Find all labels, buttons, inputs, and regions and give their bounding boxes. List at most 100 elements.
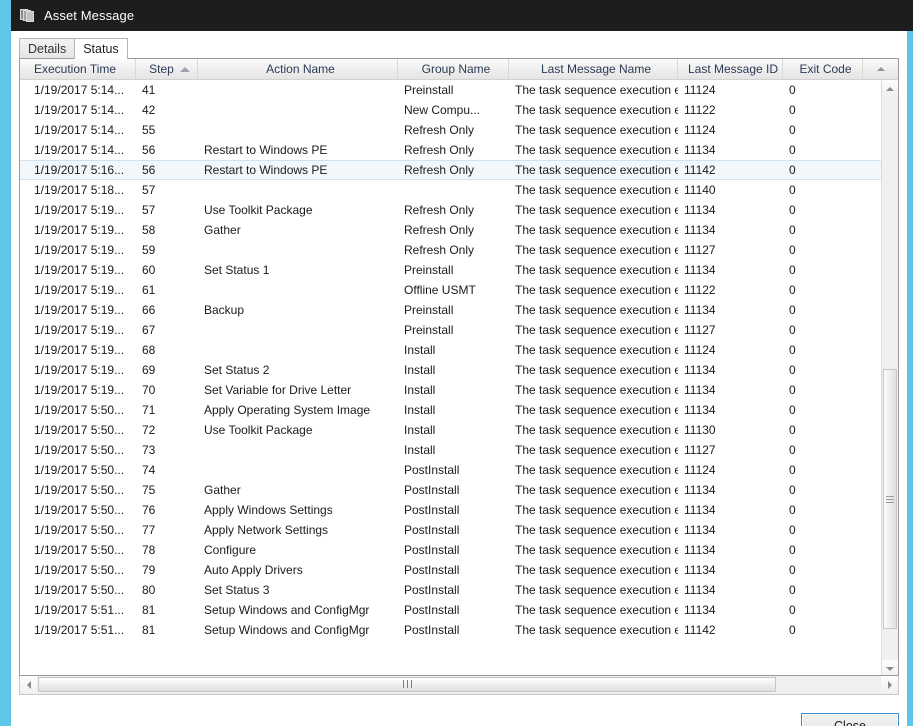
column-header-step[interactable]: Step bbox=[136, 59, 198, 79]
cell-step: 41 bbox=[136, 83, 198, 97]
table-row[interactable]: 1/19/2017 5:50...74PostInstallThe task s… bbox=[20, 460, 881, 480]
cell-group-name: Refresh Only bbox=[398, 223, 509, 237]
cell-step: 80 bbox=[136, 583, 198, 597]
cell-exit-code: 0 bbox=[783, 163, 863, 177]
column-header-corner[interactable] bbox=[863, 59, 898, 79]
scroll-down-arrow-icon bbox=[886, 667, 894, 671]
column-header-action-name[interactable]: Action Name bbox=[198, 59, 398, 79]
cell-execution-time: 1/19/2017 5:50... bbox=[20, 543, 136, 557]
cell-step: 79 bbox=[136, 563, 198, 577]
table-row[interactable]: 1/19/2017 5:14...42New Compu...The task … bbox=[20, 100, 881, 120]
scroll-right-button[interactable] bbox=[881, 676, 898, 693]
table-row[interactable]: 1/19/2017 5:50...80Set Status 3PostInsta… bbox=[20, 580, 881, 600]
scroll-up-arrow-icon bbox=[877, 67, 885, 71]
vertical-scrollbar-thumb[interactable] bbox=[883, 369, 897, 629]
table-row[interactable]: 1/19/2017 5:19...61Offline USMTThe task … bbox=[20, 280, 881, 300]
cell-execution-time: 1/19/2017 5:18... bbox=[20, 183, 136, 197]
table-row[interactable]: 1/19/2017 5:50...78ConfigurePostInstallT… bbox=[20, 540, 881, 560]
table-row[interactable]: 1/19/2017 5:19...68InstallThe task seque… bbox=[20, 340, 881, 360]
table-row[interactable]: 1/19/2017 5:50...72Use Toolkit PackageIn… bbox=[20, 420, 881, 440]
horizontal-scrollbar-thumb[interactable] bbox=[38, 677, 776, 692]
table-row[interactable]: 1/19/2017 5:19...59Refresh OnlyThe task … bbox=[20, 240, 881, 260]
column-header-group-name[interactable]: Group Name bbox=[398, 59, 509, 79]
window-title: Asset Message bbox=[44, 8, 134, 23]
asset-message-window: Asset Message Details Status Execution T… bbox=[0, 0, 913, 726]
cell-last-message-name: The task sequence execution engine s... bbox=[509, 403, 678, 417]
cell-group-name: PostInstall bbox=[398, 623, 509, 637]
table-row[interactable]: 1/19/2017 5:50...73InstallThe task seque… bbox=[20, 440, 881, 460]
table-row[interactable]: 1/19/2017 5:19...58GatherRefresh OnlyThe… bbox=[20, 220, 881, 240]
cell-execution-time: 1/19/2017 5:50... bbox=[20, 443, 136, 457]
column-header-last-message-id[interactable]: Last Message ID bbox=[678, 59, 783, 79]
scrollbar-grip-icon bbox=[886, 494, 894, 505]
horizontal-scrollbar[interactable] bbox=[19, 676, 899, 695]
cell-last-message-name: The task sequence execution engine s... bbox=[509, 283, 678, 297]
tab-status[interactable]: Status bbox=[74, 38, 127, 59]
scroll-down-button[interactable] bbox=[882, 660, 898, 676]
dialog-footer: Close bbox=[11, 695, 907, 726]
table-row[interactable]: 1/19/2017 5:19...66BackupPreinstallThe t… bbox=[20, 300, 881, 320]
table-row[interactable]: 1/19/2017 5:51...81Setup Windows and Con… bbox=[20, 600, 881, 620]
cell-execution-time: 1/19/2017 5:50... bbox=[20, 423, 136, 437]
scroll-up-button[interactable] bbox=[882, 80, 898, 97]
column-header-exit-code[interactable]: Exit Code bbox=[783, 59, 863, 79]
cell-action-name: Restart to Windows PE bbox=[198, 143, 398, 157]
cell-last-message-id: 11134 bbox=[678, 383, 783, 397]
cell-last-message-name: The task sequence execution engine p... bbox=[509, 163, 678, 177]
cell-group-name: Install bbox=[398, 343, 509, 357]
table-row[interactable]: 1/19/2017 5:51...81Setup Windows and Con… bbox=[20, 620, 881, 640]
table-row[interactable]: 1/19/2017 5:18...57The task sequence exe… bbox=[20, 180, 881, 200]
table-row[interactable]: 1/19/2017 5:19...57Use Toolkit PackageRe… bbox=[20, 200, 881, 220]
cell-last-message-name: The task sequence execution engine s... bbox=[509, 523, 678, 537]
cell-exit-code: 0 bbox=[783, 143, 863, 157]
cell-step: 77 bbox=[136, 523, 198, 537]
cell-exit-code: 0 bbox=[783, 103, 863, 117]
vertical-scrollbar[interactable] bbox=[881, 80, 898, 676]
table-row[interactable]: 1/19/2017 5:19...70Set Variable for Driv… bbox=[20, 380, 881, 400]
table-row[interactable]: 1/19/2017 5:14...55Refresh OnlyThe task … bbox=[20, 120, 881, 140]
scroll-up-arrow-icon bbox=[886, 87, 894, 91]
cell-group-name: PostInstall bbox=[398, 483, 509, 497]
cell-last-message-id: 11134 bbox=[678, 543, 783, 557]
table-row[interactable]: 1/19/2017 5:16...56Restart to Windows PE… bbox=[20, 160, 881, 180]
table-row[interactable]: 1/19/2017 5:19...60Set Status 1Preinstal… bbox=[20, 260, 881, 280]
table-row[interactable]: 1/19/2017 5:19...69Set Status 2InstallTh… bbox=[20, 360, 881, 380]
cell-action-name: Apply Operating System Image bbox=[198, 403, 398, 417]
cell-execution-time: 1/19/2017 5:14... bbox=[20, 123, 136, 137]
cell-exit-code: 0 bbox=[783, 183, 863, 197]
table-row[interactable]: 1/19/2017 5:50...77Apply Network Setting… bbox=[20, 520, 881, 540]
table-row[interactable]: 1/19/2017 5:50...71Apply Operating Syste… bbox=[20, 400, 881, 420]
close-button[interactable]: Close bbox=[801, 713, 899, 726]
table-row[interactable]: 1/19/2017 5:14...41PreinstallThe task se… bbox=[20, 80, 881, 100]
tab-details[interactable]: Details bbox=[19, 38, 75, 59]
cell-last-message-name: The task sequence execution engine s... bbox=[509, 383, 678, 397]
column-header-step-label: Step bbox=[149, 62, 174, 76]
cell-group-name: Install bbox=[398, 403, 509, 417]
cell-execution-time: 1/19/2017 5:19... bbox=[20, 263, 136, 277]
table-row[interactable]: 1/19/2017 5:50...75GatherPostInstallThe … bbox=[20, 480, 881, 500]
cell-last-message-id: 11134 bbox=[678, 603, 783, 617]
table-row[interactable]: 1/19/2017 5:50...79Auto Apply DriversPos… bbox=[20, 560, 881, 580]
window-titlebar: Asset Message bbox=[11, 0, 913, 31]
cell-execution-time: 1/19/2017 5:19... bbox=[20, 243, 136, 257]
cell-step: 81 bbox=[136, 623, 198, 637]
column-header-last-message-name[interactable]: Last Message Name bbox=[509, 59, 678, 79]
cell-group-name: PostInstall bbox=[398, 503, 509, 517]
cell-last-message-id: 11124 bbox=[678, 123, 783, 137]
cell-exit-code: 0 bbox=[783, 223, 863, 237]
cell-last-message-id: 11134 bbox=[678, 403, 783, 417]
scroll-left-button[interactable] bbox=[20, 676, 37, 693]
column-header-execution-time[interactable]: Execution Time bbox=[20, 59, 136, 79]
cell-last-message-id: 11140 bbox=[678, 183, 783, 197]
table-row[interactable]: 1/19/2017 5:50...76Apply Windows Setting… bbox=[20, 500, 881, 520]
table-row[interactable]: 1/19/2017 5:19...67PreinstallThe task se… bbox=[20, 320, 881, 340]
cell-group-name: Offline USMT bbox=[398, 283, 509, 297]
column-header-last-message-id-label: Last Message ID bbox=[688, 62, 778, 76]
table-row[interactable]: 1/19/2017 5:14...56Restart to Windows PE… bbox=[20, 140, 881, 160]
cell-group-name: Refresh Only bbox=[398, 203, 509, 217]
cell-exit-code: 0 bbox=[783, 383, 863, 397]
cell-execution-time: 1/19/2017 5:51... bbox=[20, 623, 136, 637]
cell-last-message-id: 11134 bbox=[678, 563, 783, 577]
cell-exit-code: 0 bbox=[783, 243, 863, 257]
cell-group-name: Preinstall bbox=[398, 83, 509, 97]
